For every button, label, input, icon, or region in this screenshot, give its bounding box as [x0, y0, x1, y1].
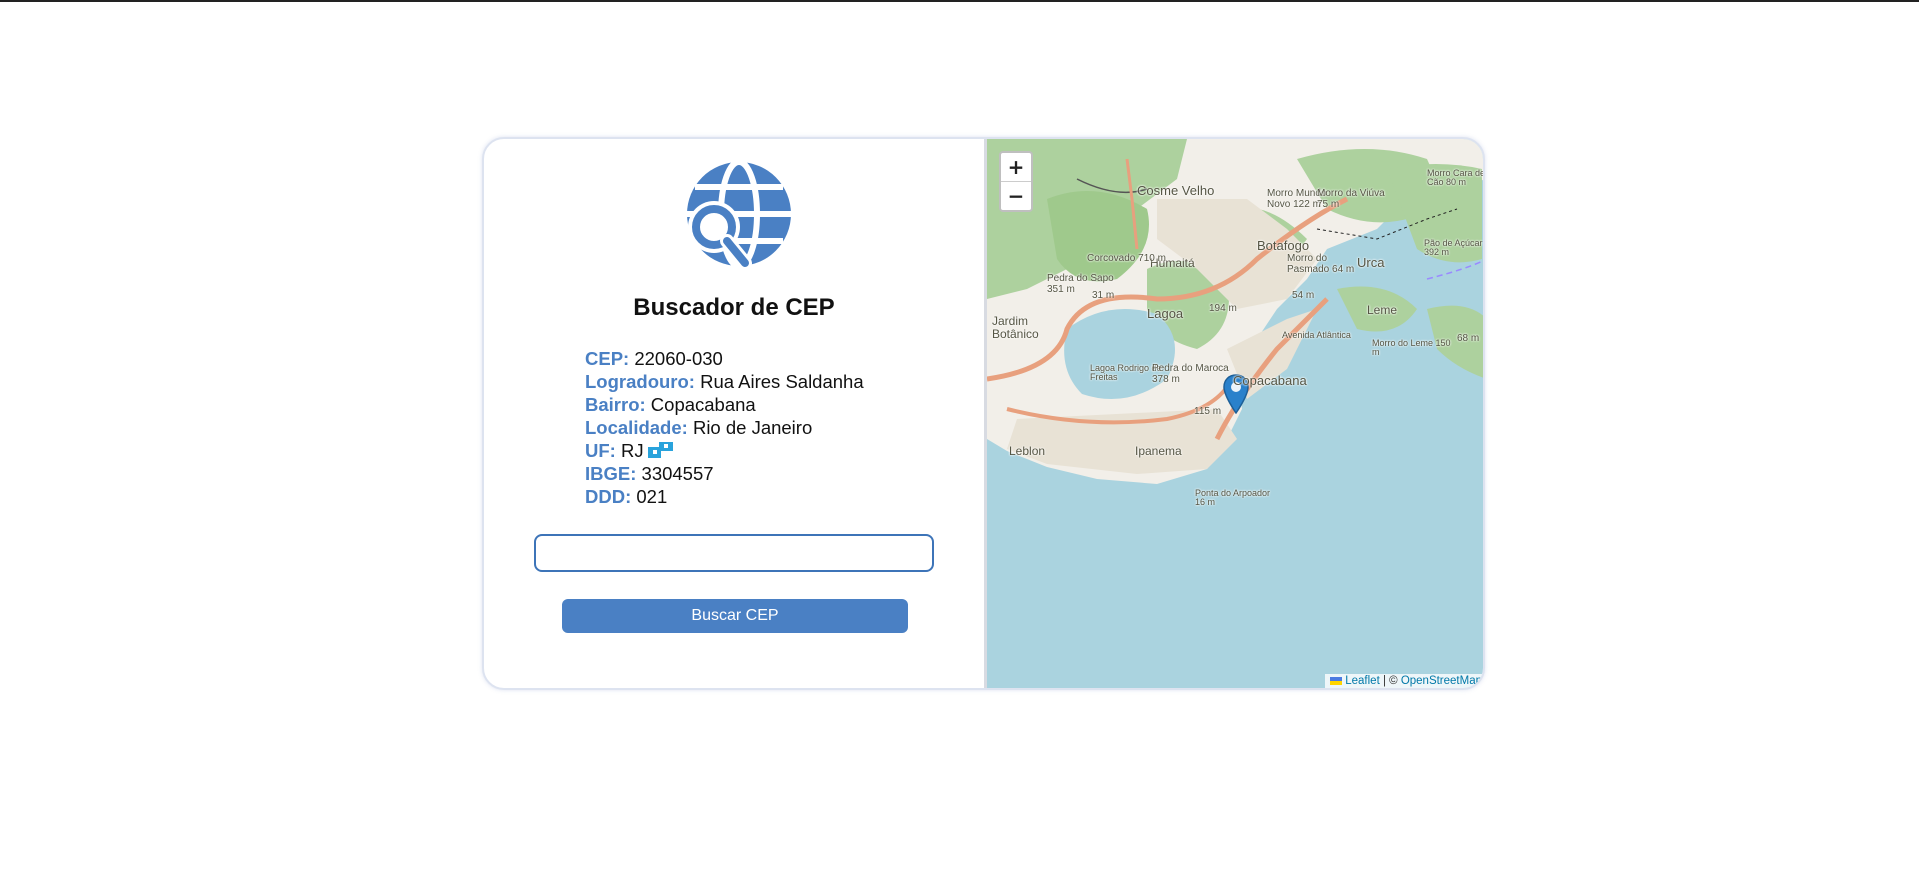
map-place-label: Copacabana	[1233, 373, 1307, 388]
cep-row: CEP: 22060-030	[585, 347, 864, 370]
ibge-label: IBGE:	[585, 463, 637, 484]
map-place-label: Morro Cara de Cão 80 m	[1427, 168, 1485, 188]
localidade-label: Localidade:	[585, 417, 688, 438]
map-place-label: 194 m	[1209, 303, 1237, 314]
leaflet-link[interactable]: Leaflet	[1345, 675, 1380, 687]
search-panel: Buscador de CEP CEP: 22060-030 Logradour…	[484, 139, 984, 688]
map-place-label: Morro da Viúva 75 m	[1317, 188, 1385, 210]
bairro-label: Bairro:	[585, 394, 646, 415]
zoom-control: + −	[999, 151, 1033, 212]
map-place-label: Avenida Atlântica	[1282, 330, 1351, 340]
localidade-value: Rio de Janeiro	[692, 417, 813, 438]
uf-row: UF: RJ	[585, 439, 864, 462]
map-place-label: 31 m	[1092, 290, 1115, 301]
uf-value: RJ	[620, 440, 644, 461]
bairro-value: Copacabana	[650, 394, 756, 415]
ddd-value: 021	[636, 486, 668, 507]
page-title: Buscador de CEP	[633, 294, 835, 321]
map-place-label: Botafogo	[1257, 238, 1310, 253]
cep-value: 22060-030	[634, 348, 723, 369]
ukraine-flag-icon	[1330, 677, 1343, 685]
search-cep-button[interactable]: Buscar CEP	[562, 599, 908, 633]
map-place-label: Cosme Velho	[1137, 183, 1215, 198]
map-place-label: 54 m	[1292, 290, 1315, 301]
state-flag-icon	[647, 442, 673, 458]
openstreetmap-link[interactable]: OpenStreetMap	[1401, 675, 1482, 687]
map-place-label: Pedra do Maroca 378 m	[1152, 363, 1229, 385]
bairro-row: Bairro: Copacabana	[585, 393, 864, 416]
map-place-label: Lagoa	[1147, 306, 1184, 321]
map-place-label: Pão de Açúcar 392 m	[1424, 238, 1483, 258]
zoom-in-button[interactable]: +	[1001, 153, 1031, 182]
address-details: CEP: 22060-030 Logradouro: Rua Aires Sal…	[585, 347, 864, 508]
attribution-separator: | ©	[1379, 675, 1401, 687]
map-place-label: Morro do Pasmado 64 m	[1287, 253, 1355, 275]
ibge-row: IBGE: 3304557	[585, 462, 864, 485]
map-place-label: Morro do Leme 150 m	[1372, 338, 1451, 358]
map-place-label: Jardim Botânico	[992, 314, 1039, 341]
map-place-label: 115 m	[1194, 406, 1222, 417]
map-view[interactable]: + − Leaflet | © OpenStreetMap Cosme Velh…	[987, 139, 1485, 688]
cep-finder-card: Buscador de CEP CEP: 22060-030 Logradour…	[482, 137, 1485, 690]
map-place-label: Ipanema	[1135, 444, 1182, 458]
cep-label: CEP:	[585, 348, 630, 369]
map-place-label: Ponta do Arpoador 16 m	[1195, 488, 1271, 508]
logradouro-value: Rua Aires Saldanha	[700, 371, 864, 392]
map-attribution: Leaflet | © OpenStreetMap	[1325, 674, 1483, 688]
ddd-row: DDD: 021	[585, 485, 864, 508]
map-place-label: Corcovado 710 m	[1087, 253, 1166, 264]
globe-search-icon	[687, 159, 791, 269]
map-place-label: Pedra do Sapo 351 m	[1047, 273, 1114, 295]
zoom-out-button[interactable]: −	[1001, 182, 1031, 210]
ibge-value: 3304557	[641, 463, 714, 484]
ddd-label: DDD:	[585, 486, 632, 507]
map-place-label: 68 m	[1457, 333, 1480, 344]
map-place-label: Leblon	[1009, 444, 1046, 458]
logradouro-label: Logradouro:	[585, 371, 695, 392]
uf-label: UF:	[585, 440, 616, 461]
cep-input[interactable]	[534, 534, 934, 572]
logradouro-row: Logradouro: Rua Aires Saldanha	[585, 370, 864, 393]
map-place-label: Leme	[1367, 303, 1398, 317]
window-top-border	[0, 0, 1919, 2]
localidade-row: Localidade: Rio de Janeiro	[585, 416, 864, 439]
